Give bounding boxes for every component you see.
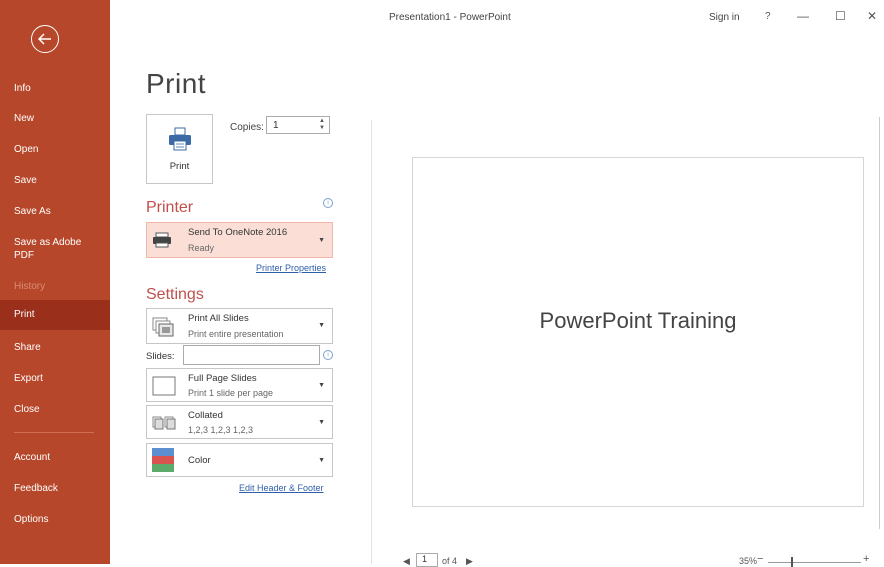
nav-divider [14, 432, 94, 433]
print-button-label: Print [169, 161, 190, 172]
nav-open[interactable]: Open [0, 143, 110, 156]
page-total: of 4 [442, 556, 458, 566]
nav-options[interactable]: Options [0, 513, 110, 526]
nav-export[interactable]: Export [0, 372, 110, 385]
minimize-icon[interactable]: — [797, 9, 809, 23]
chevron-down-icon: ▼ [318, 457, 325, 464]
spin-arrows-icon[interactable]: ▲ ▼ [319, 118, 325, 132]
slides-label: Slides: [146, 351, 175, 362]
slide-preview: PowerPoint Training [412, 157, 864, 507]
zoom-slider-thumb[interactable] [791, 557, 793, 567]
nav-new[interactable]: New [0, 112, 110, 125]
zoom-out-icon[interactable]: − [757, 553, 763, 565]
settings-heading: Settings [146, 286, 204, 303]
printer-properties-link[interactable]: Printer Properties [256, 263, 326, 273]
back-arrow-icon[interactable] [31, 25, 59, 53]
info-icon[interactable]: i [323, 350, 333, 360]
layout-dropdown[interactable]: Full Page Slides Print 1 slide per page … [146, 368, 333, 402]
nav-print[interactable]: Print [0, 300, 110, 330]
printer-heading: Printer [146, 199, 194, 216]
nav-feedback[interactable]: Feedback [0, 482, 110, 495]
window-title: Presentation1 - PowerPoint [389, 12, 511, 23]
close-icon[interactable]: ✕ [867, 9, 877, 23]
color-swatch-icon [152, 448, 174, 477]
help-icon[interactable]: ? [765, 11, 771, 22]
page-title: Print [146, 68, 207, 99]
slides-range-dropdown[interactable]: Print All Slides Print entire presentati… [146, 308, 333, 344]
chevron-down-icon: ▼ [318, 419, 325, 426]
nav-close[interactable]: Close [0, 403, 110, 416]
nav-history: History [14, 281, 46, 292]
backstage-sidebar: Info New Open Save Save As Save as Adobe… [0, 0, 110, 564]
collation-dropdown[interactable]: Collated 1,2,3 1,2,3 1,2,3 ▼ [146, 405, 333, 439]
next-page-icon[interactable]: ▶ [466, 556, 473, 567]
color-dropdown[interactable]: Color ▼ [146, 443, 333, 477]
chevron-down-icon: ▼ [318, 382, 325, 389]
nav-share[interactable]: Share [0, 341, 110, 354]
print-button[interactable]: Print [146, 114, 213, 184]
nav-account[interactable]: Account [0, 451, 110, 464]
copies-label: Copies: [230, 122, 264, 133]
nav-save-as-adobe-pdf[interactable]: Save as Adobe PDF [0, 236, 90, 262]
nav-info[interactable]: Info [0, 82, 110, 95]
chevron-down-icon: ▼ [318, 322, 325, 329]
edit-header-footer-link[interactable]: Edit Header & Footer [239, 483, 324, 493]
printer-icon [168, 127, 192, 156]
zoom-percent: 35% [739, 556, 758, 566]
full-page-slide-icon [152, 376, 176, 401]
page-number-input[interactable]: 1 [416, 553, 438, 567]
preview-scrollbar[interactable] [879, 117, 884, 529]
printer-dropdown[interactable]: Send To OneNote 2016 Ready ▼ [146, 222, 333, 258]
layout-sub: Print 1 slide per page [188, 388, 274, 398]
slides-input[interactable] [183, 345, 320, 365]
printer-device-icon [152, 232, 172, 253]
sign-in-link[interactable]: Sign in [709, 12, 740, 23]
info-icon[interactable]: i [323, 198, 333, 208]
collation-main: Collated [188, 410, 223, 421]
slide-title: PowerPoint Training [539, 308, 737, 333]
nav-save[interactable]: Save [0, 174, 110, 187]
slides-stack-icon [152, 317, 174, 342]
zoom-in-icon[interactable]: + [863, 553, 869, 565]
copies-stepper[interactable]: 1 ▲ ▼ [266, 116, 330, 134]
chevron-down-icon: ▼ [318, 237, 325, 244]
preview-divider [371, 120, 372, 564]
collation-sub: 1,2,3 1,2,3 1,2,3 [188, 425, 254, 435]
copies-value: 1 [273, 120, 279, 131]
maximize-icon[interactable]: ☐ [835, 9, 846, 23]
nav-save-as[interactable]: Save As [0, 205, 110, 218]
zoom-slider[interactable] [768, 562, 861, 563]
slides-range-sub: Print entire presentation [188, 329, 284, 339]
layout-main: Full Page Slides [188, 373, 257, 384]
color-main: Color [188, 455, 211, 466]
prev-page-icon[interactable]: ◀ [403, 556, 410, 567]
collated-pages-icon [152, 416, 178, 435]
printer-name: Send To OneNote 2016 [188, 227, 288, 238]
slides-range-main: Print All Slides [188, 313, 249, 324]
printer-status: Ready [188, 243, 215, 253]
